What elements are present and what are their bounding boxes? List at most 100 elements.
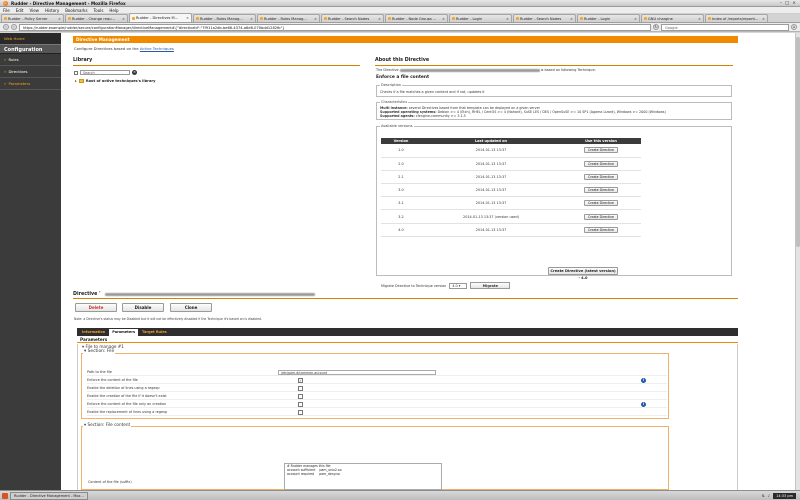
browser-tab[interactable]: GNU chargine × (641, 14, 704, 22)
taskbar-window-button[interactable]: Rudder - Directive Management - Moz... (10, 491, 88, 500)
param-row-delete-lines: Enable the deletion of lines using a reg… (87, 385, 667, 392)
forward-icon[interactable]: › (11, 24, 17, 30)
directive-tabs: Information Parameters Target Rules (77, 328, 738, 336)
info-icon[interactable]: i (641, 378, 646, 383)
create-directive-button[interactable]: Create Directive (584, 200, 618, 207)
info-icon[interactable]: i (641, 402, 646, 407)
menu-edit[interactable]: Edit (16, 8, 24, 13)
section-file-title[interactable]: ▾ Section: File (83, 349, 116, 354)
create-directive-button[interactable]: Create Directive (584, 160, 618, 167)
sidebar-item-directives[interactable]: » Directives (0, 66, 61, 78)
create-directive-button[interactable]: Create Directive (584, 226, 618, 233)
web-search-input[interactable]: Google (661, 23, 789, 31)
tab-parameters[interactable]: Parameters (109, 329, 139, 336)
create-directive-button[interactable]: Create Directive (584, 173, 618, 180)
tab-close-icon[interactable]: × (506, 17, 509, 21)
scrollbar-thumb[interactable] (796, 37, 800, 247)
tab-information[interactable]: Information (79, 329, 108, 336)
menu-history[interactable]: History (45, 8, 59, 13)
expand-icon[interactable]: ▸ (75, 79, 77, 83)
enforce-on-creation-checkbox[interactable] (298, 402, 303, 407)
tab-close-icon[interactable]: × (634, 17, 637, 21)
os-taskbar: Rudder - Directive Management - Moz... ⇅… (0, 490, 800, 500)
file-content-textarea[interactable]: # Rudder manages this file account suffi… (284, 463, 442, 490)
tab-close-icon[interactable]: × (122, 17, 125, 21)
tab-close-icon[interactable]: × (314, 17, 317, 21)
library-filter-checkbox[interactable] (74, 70, 78, 75)
menu-file[interactable]: File (3, 8, 10, 13)
tab-close-icon[interactable]: × (698, 17, 701, 21)
rudder-favicon (580, 17, 583, 20)
maximize-icon[interactable]: □ (785, 1, 789, 6)
library-title: Library (73, 58, 93, 63)
migrate-button[interactable]: Migrate (470, 282, 511, 289)
volume-icon[interactable]: ♪ (768, 494, 770, 498)
folder-icon (78, 79, 84, 83)
page-scrollbar[interactable] (795, 33, 800, 490)
clear-search-icon[interactable]: × (132, 70, 137, 75)
sidebar-brand-link[interactable]: Web Home (0, 33, 61, 44)
rudder-favicon (452, 17, 455, 20)
create-file-checkbox[interactable] (298, 394, 303, 399)
migrate-version-select[interactable]: 4.0 ▾ (449, 282, 468, 289)
browser-tab[interactable]: Rudder - Rules Manag... × (257, 14, 320, 22)
tab-close-icon[interactable]: × (570, 17, 573, 21)
param-row-path: Path to the file /etc/pam.d/common-accou… (87, 369, 667, 376)
table-row: 3.2 2014-01-13 13:37 (version used) Create… (381, 209, 641, 224)
library-search-input[interactable]: Search (80, 70, 130, 75)
browser-tab[interactable]: Rudder - Search Nodes × (513, 14, 576, 22)
browser-tab-active[interactable]: Rudder - Directives M... × (129, 13, 192, 22)
delete-button[interactable]: Delete (75, 303, 117, 312)
reload-icon[interactable]: ↻ (653, 24, 659, 30)
tab-close-icon[interactable]: × (442, 17, 445, 21)
tab-close-icon[interactable]: × (186, 16, 189, 20)
tab-close-icon[interactable]: × (762, 17, 765, 21)
param-row-replace-lines: Enable the replacement of lines using a … (87, 409, 667, 416)
browser-tab[interactable]: Index of /reports/reporti... × (705, 14, 768, 22)
tab-close-icon[interactable]: × (250, 17, 253, 21)
menubar: File Edit View History Bookmarks Tools H… (0, 7, 800, 14)
tab-close-icon[interactable]: × (58, 17, 61, 21)
path-input[interactable]: /etc/pam.d/common-account (278, 370, 436, 375)
browser-tab[interactable]: Rudder - Search Nodes × (321, 14, 384, 22)
tab-close-icon[interactable]: × (378, 17, 381, 21)
browser-tabbar: Rudder - Policy Server × Rudder - Change … (0, 13, 800, 23)
tab-target-rules[interactable]: Target Rules (139, 329, 170, 336)
replace-lines-checkbox[interactable] (298, 410, 303, 415)
collapse-icon: ▾ (84, 422, 87, 427)
back-icon[interactable]: ‹ (3, 24, 9, 30)
create-directive-button[interactable]: Create Directive (584, 187, 618, 194)
url-bar[interactable]: https://rudder.example/rudder/secure/con… (19, 23, 651, 31)
browser-tab[interactable]: Rudder - Login × (449, 14, 512, 22)
browser-tab[interactable]: Rudder - Policy Server × (1, 14, 64, 22)
browser-tab[interactable]: Rudder - Change requ... × (65, 14, 128, 22)
sidebar-item-rules[interactable]: » Rules (0, 54, 61, 66)
disable-button[interactable]: Disable (122, 303, 164, 312)
create-directive-button[interactable]: Create Directive (584, 213, 618, 220)
delete-lines-checkbox[interactable] (298, 386, 303, 391)
sidebar-item-parameters[interactable]: » Parameters (0, 78, 61, 90)
home-icon[interactable]: ⌂ (791, 24, 797, 30)
navigation-bar: ‹ › https://rudder.example/rudder/secure… (0, 23, 800, 32)
description-fieldset: Description Checks if a file matches a g… (376, 83, 732, 97)
create-directive-button[interactable]: Create Directive (584, 147, 618, 154)
section-file-content-title[interactable]: ▾ Section: File content (83, 422, 132, 427)
rudder-favicon (68, 17, 71, 20)
menu-bookmarks[interactable]: Bookmarks (65, 8, 87, 13)
menu-view[interactable]: View (29, 8, 39, 13)
enforce-content-checkbox[interactable]: ✓ (298, 378, 303, 383)
create-latest-directive-button[interactable]: Create Directive (latest version) - 4.0 (548, 267, 618, 280)
close-icon[interactable]: × (792, 1, 796, 6)
browser-tab[interactable]: Rudder - Rules Manag... × (193, 14, 256, 22)
minimize-icon[interactable]: – (780, 1, 782, 6)
browser-tab[interactable]: Rudder - Node Groups ... × (385, 14, 448, 22)
browser-tab[interactable]: Rudder - Login × (577, 14, 640, 22)
library-divider (73, 65, 360, 66)
active-techniques-link[interactable]: Active Techniques (140, 46, 174, 51)
menu-tools[interactable]: Tools (94, 8, 104, 13)
library-tree-root[interactable]: ▸ Root of active techniques's library (75, 79, 156, 83)
firefox-icon[interactable] (2, 492, 8, 499)
menu-help[interactable]: Help (109, 8, 118, 13)
network-icon[interactable]: ⇅ (762, 494, 765, 498)
clone-button[interactable]: Clone (170, 303, 212, 312)
